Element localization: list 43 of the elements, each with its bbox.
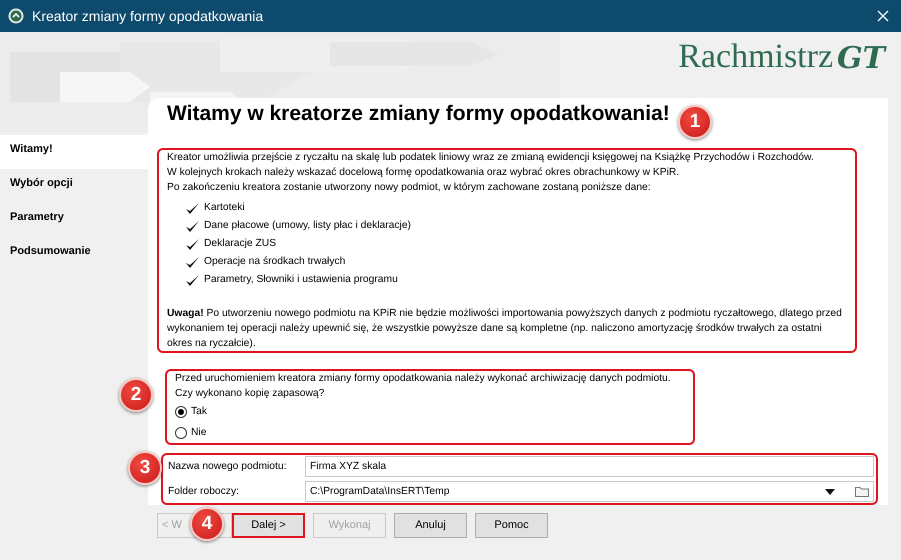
sidebar-item[interactable]: Parametry bbox=[0, 203, 148, 237]
dropdown-value: C:\ProgramData\InsERT\Temp bbox=[310, 484, 450, 499]
checkmark-icon bbox=[185, 220, 200, 232]
checklist-item: Dane płacowe (umowy, listy płac i deklaracje) bbox=[204, 219, 411, 234]
name-input-field[interactable]: Firma XYZ skala bbox=[305, 456, 874, 477]
wizard-button[interactable]: Anuluj bbox=[394, 513, 467, 538]
folder-dropdown[interactable]: C:\ProgramData\InsERT\Temp bbox=[305, 481, 874, 502]
checklist-item: Deklaracje ZUS bbox=[204, 237, 276, 252]
checklist-item: Kartoteki bbox=[204, 201, 245, 216]
folder-icon[interactable] bbox=[855, 486, 869, 497]
close-icon[interactable] bbox=[877, 10, 889, 22]
warning-text: Uwaga! Po utworzeniu nowego podmiotu na KPiR nie będzie możliwości importowania powyższych danych z podmiotu ryczałtowego, dlatego przed wykonaniem tej operacji należy upewnić się, że wszystkie powyższe dane są kompletne (np. naliczono amortyzację środków trwałych za ostatni okres na ryczałcie). bbox=[167, 307, 843, 351]
wizard-button[interactable]: Pomoc bbox=[475, 513, 548, 538]
app-icon bbox=[8, 8, 24, 24]
logo-text: Rachmistrz bbox=[678, 40, 834, 74]
radio-label[interactable]: Nie bbox=[191, 424, 206, 440]
logo-mark: GT bbox=[837, 44, 885, 74]
field-label: Nazwa nowego podmiotu: bbox=[168, 460, 288, 474]
callout-badge: 2 bbox=[119, 378, 153, 412]
intro-text: Po zakończeniu kreatora zostanie utworzony nowy podmiot, w którym zachowane zostaną poniższe dane: bbox=[167, 181, 652, 195]
checkmark-icon bbox=[185, 238, 200, 250]
intro-text: Kreator umożliwia przejście z ryczałtu na skalę lub podatek liniowy wraz ze zmianą ewidencji księgowej na Książkę Przychodów i Rozchodów. bbox=[167, 151, 815, 165]
sidebar-item[interactable]: Podsumowanie bbox=[0, 237, 148, 271]
checkmark-icon bbox=[185, 202, 200, 214]
question-text: Przed uruchomieniem kreatora zmiany formy opodatkowania należy wykonać archiwizację danych podmiotu. bbox=[175, 372, 672, 386]
callout-badge: 4 bbox=[190, 507, 224, 541]
field-label: Folder roboczy: bbox=[168, 484, 240, 499]
radio-label[interactable]: Tak bbox=[191, 404, 208, 420]
sidebar-item[interactable]: Wybór opcji bbox=[0, 169, 148, 203]
checklist-item: Operacje na środkach trwałych bbox=[204, 255, 346, 270]
callout-badge: 1 bbox=[678, 105, 712, 139]
radio-button[interactable] bbox=[175, 406, 187, 418]
callout-badge: 3 bbox=[128, 451, 162, 485]
wizard-button[interactable]: Dalej > bbox=[232, 513, 305, 538]
window-title: Kreator zmiany formy opodatkowania bbox=[32, 6, 264, 26]
page-heading: Witamy w kreatorze zmiany formy opodatkowania! bbox=[167, 101, 670, 127]
radio-button[interactable] bbox=[175, 426, 187, 438]
checkmark-icon bbox=[185, 256, 200, 268]
intro-text: W kolejnych krokach należy wskazać docelową formę opodatkowania oraz wybrać okres obrachunkowy w KPiR. bbox=[167, 166, 680, 180]
checklist-item: Parametry, Słowniki i ustawienia programu bbox=[204, 273, 398, 288]
sidebar-item[interactable]: Witamy! bbox=[0, 135, 148, 169]
question-text: Czy wykonano kopię zapasową? bbox=[175, 387, 326, 401]
checkmark-icon bbox=[185, 274, 200, 286]
